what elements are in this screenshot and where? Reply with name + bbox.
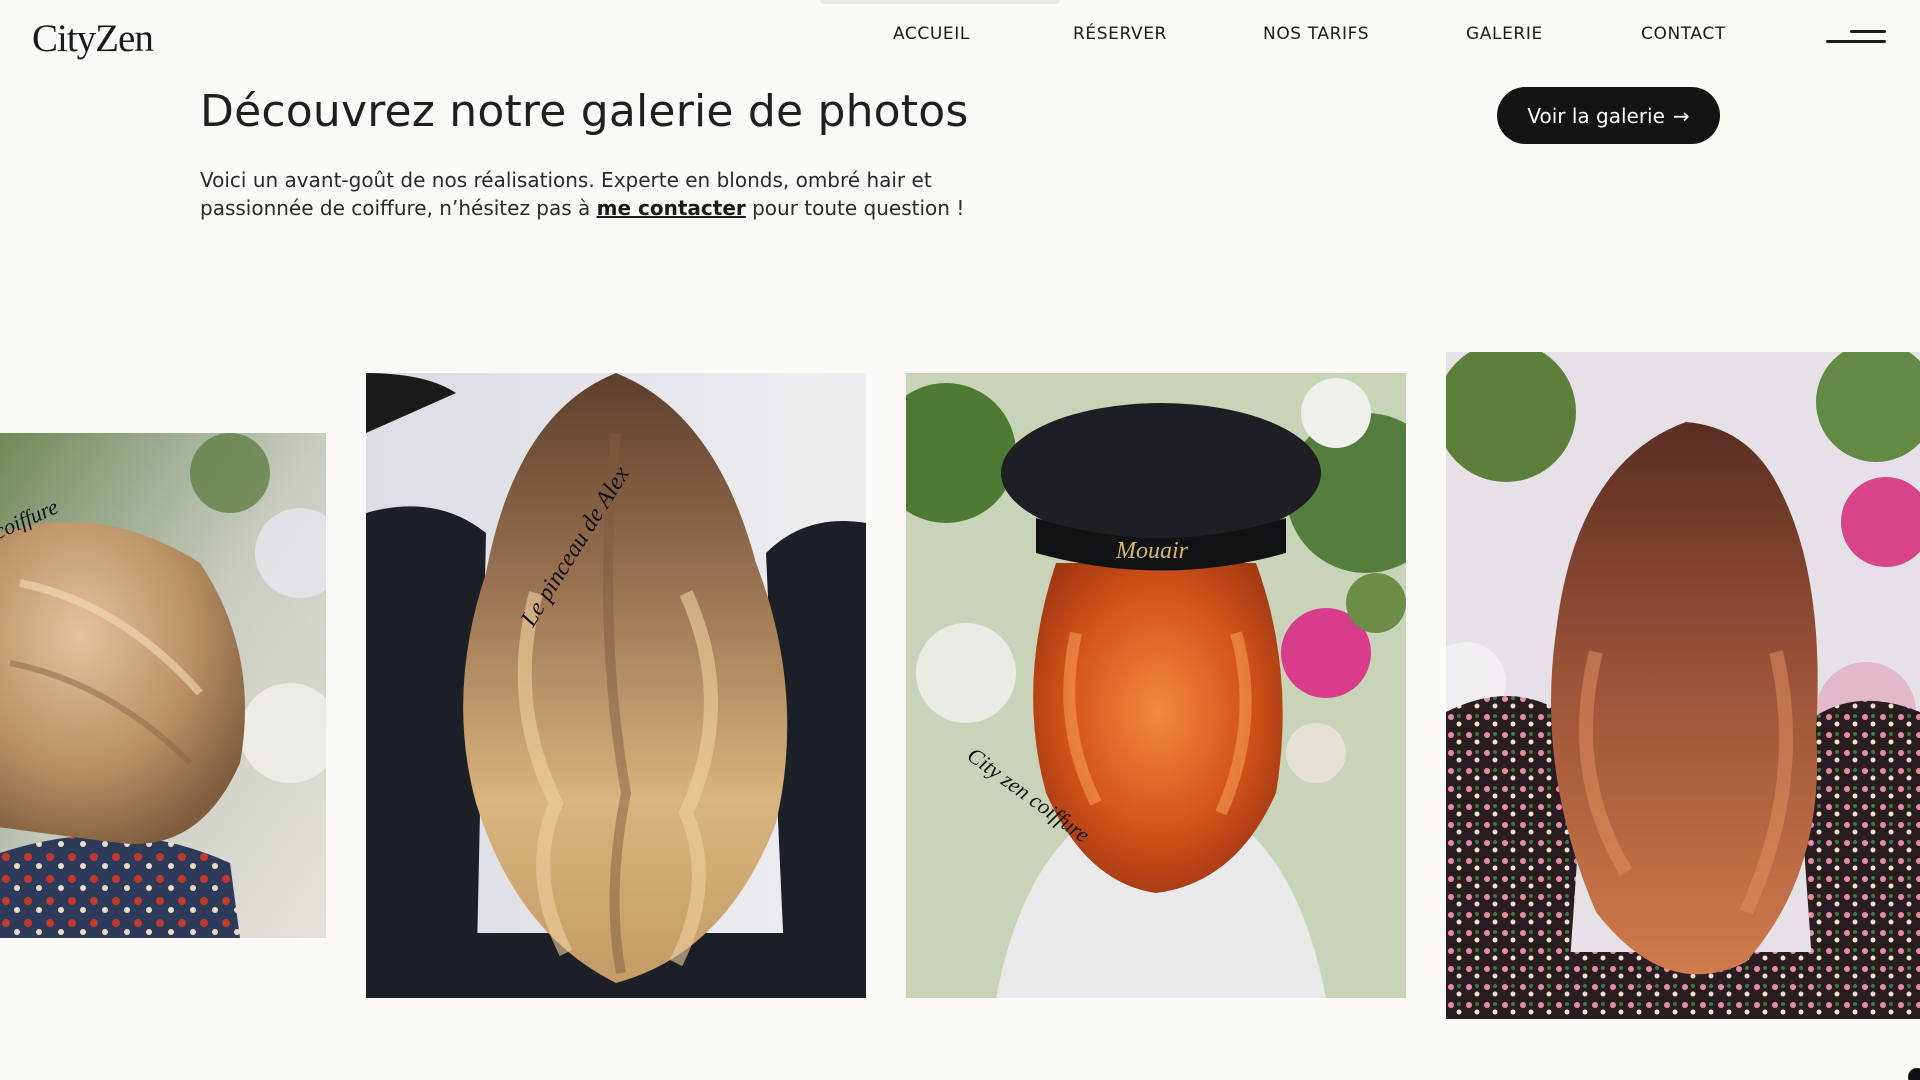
nav-item-reserver[interactable]: RÉSERVER — [1073, 24, 1167, 44]
scroll-indicator-dot — [1908, 1068, 1920, 1080]
view-gallery-button[interactable]: Voir la galerie → — [1497, 87, 1720, 144]
nav-item-galerie[interactable]: GALERIE — [1466, 24, 1543, 44]
menu-line-short — [1850, 30, 1886, 33]
page: CityZen ACCUEIL RÉSERVER NOS TARIFS GALE… — [0, 0, 1920, 1080]
contact-link[interactable]: me contacter — [597, 196, 746, 220]
arrow-right-icon: → — [1672, 103, 1690, 128]
intro-text-after: pour toute question ! — [745, 196, 965, 220]
gallery-photo-4[interactable] — [1446, 352, 1920, 1019]
gallery-photo-2[interactable]: Le pinceau de Alex — [366, 373, 866, 998]
site-logo[interactable]: CityZen — [32, 16, 154, 61]
nav-item-accueil[interactable]: ACCUEIL — [893, 24, 970, 44]
gallery-photo-1[interactable]: coiffure — [0, 433, 326, 938]
intro-description: Voici un avant-goût de nos réalisations.… — [200, 166, 980, 222]
page-title: Découvrez notre galerie de photos — [200, 86, 969, 137]
gallery-photo-3[interactable]: Mouair City zen coiffure — [906, 373, 1406, 998]
top-scroll-tab — [820, 0, 1060, 4]
nav-item-contact[interactable]: CONTACT — [1641, 24, 1726, 44]
menu-line-long — [1826, 40, 1886, 43]
beret-embroidery: Mouair — [1115, 538, 1189, 564]
view-gallery-label: Voir la galerie — [1527, 103, 1665, 128]
nav-item-nos-tarifs[interactable]: NOS TARIFS — [1263, 24, 1369, 44]
menu-icon[interactable] — [1826, 28, 1886, 48]
